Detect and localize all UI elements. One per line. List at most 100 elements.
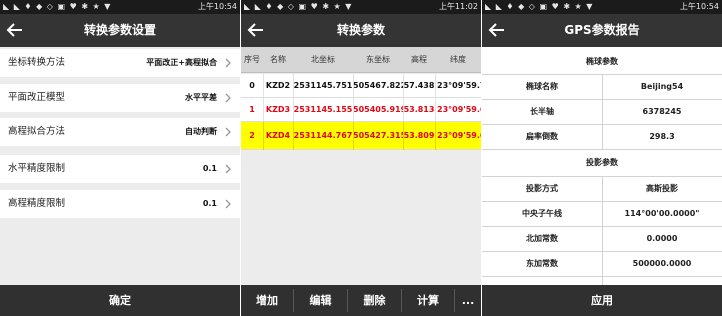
status-icons: ◣ ◣ ♦ ◆ ◇ ▣ ♥ ✱ ★ ▼ [244, 2, 353, 11]
cell-index: 0 [249, 81, 255, 90]
edit-button[interactable]: 编辑 [294, 285, 347, 316]
cell-divider [293, 98, 294, 122]
report-body: 椭球参数 椭球名称 Beijing54 长半轴 6378245 扁率倒数 298… [482, 47, 722, 285]
chevron-right-icon [225, 199, 231, 209]
screen-transform-params: ◣ ◣ ♦ ◆ ◇ ▣ ♥ ✱ ★ ▼ 上午11:02 转换参数 序号 名称 北… [241, 0, 481, 316]
cell-divider [353, 122, 354, 150]
screen-transform-settings: ◣ ◣ ♦ ◆ ◇ ▣ ♥ ✱ ★ ▼ 上午10:54 转换参数设置 坐标转换方… [0, 0, 240, 316]
row-divider [482, 276, 722, 277]
cell-divider [435, 98, 436, 122]
title-bar: GPS参数报告 [482, 14, 722, 47]
cell-divider [263, 122, 264, 150]
setting-value: 平面改正+高程拟合 [146, 58, 217, 67]
cell-divider [293, 122, 294, 150]
cell-name: KZD4 [265, 131, 291, 140]
add-button[interactable]: 增加 [241, 285, 293, 316]
cell-north: 2531145.751 [293, 81, 353, 90]
column-divider [602, 75, 603, 149]
cell-east: 505427.315 [353, 131, 403, 140]
chevron-right-icon [225, 164, 231, 174]
cell-north: 2531144.767 [293, 131, 353, 140]
cell-elevation: 53.809 [403, 131, 435, 140]
column-header-east: 东坐标 [366, 55, 390, 64]
column-divider [602, 177, 603, 285]
setting-row-vertical-precision[interactable]: 高程精度限制 0.1 [0, 190, 240, 218]
title-bar: 转换参数 [241, 14, 481, 47]
bottom-bar: 应用 [482, 285, 722, 316]
report-value: 高斯投影 [646, 184, 678, 193]
status-icons: ◣ ◣ ♦ ◆ ◇ ▣ ♥ ✱ ★ ▼ [485, 2, 594, 11]
cell-latitude: 23°09'59.6 [437, 105, 481, 114]
status-bar: ◣ ◣ ♦ ◆ ◇ ▣ ♥ ✱ ★ ▼ 上午10:54 [482, 0, 722, 14]
cell-divider [435, 122, 436, 150]
cell-index: 2 [249, 131, 255, 140]
section-header-ellipsoid: 椭球参数 [482, 49, 722, 75]
column-header-name: 名称 [270, 55, 286, 64]
bottom-bar: 确定 [0, 285, 240, 316]
setting-row-elevation-fit[interactable]: 高程拟合方法 自动判断 [0, 118, 240, 146]
column-header-north: 北坐标 [311, 55, 335, 64]
cell-elevation: 53.813 [403, 105, 435, 114]
report-value: 114°00'00.0000" [624, 209, 700, 218]
cell-divider [403, 98, 404, 122]
report-key: 扁率倒数 [526, 132, 558, 141]
status-bar: ◣ ◣ ♦ ◆ ◇ ▣ ♥ ✱ ★ ▼ 上午11:02 [241, 0, 481, 14]
chevron-right-icon [225, 58, 231, 68]
setting-row-horizontal-precision[interactable]: 水平精度限制 0.1 [0, 155, 240, 183]
report-value: 500000.0000 [632, 259, 692, 268]
screen-gps-report: ◣ ◣ ♦ ◆ ◇ ▣ ♥ ✱ ★ ▼ 上午10:54 GPS参数报告 椭球参数… [482, 0, 722, 316]
delete-button[interactable]: 删除 [348, 285, 401, 316]
report-key: 长半轴 [530, 107, 554, 116]
cell-divider [263, 98, 264, 122]
table-row[interactable]: 1 KZD3 2531145.155 505405.919 53.813 23°… [241, 98, 481, 122]
table-row[interactable]: 0 KZD2 2531145.751 505467.822 57.438 23°… [241, 74, 481, 98]
setting-value: 水平平差 [185, 93, 217, 102]
calculate-button[interactable]: 计算 [402, 285, 454, 316]
report-value: 6378245 [642, 107, 682, 116]
cell-divider [353, 74, 354, 98]
page-title: 转换参数设置 [83, 23, 156, 37]
more-button[interactable]: ... [455, 285, 481, 316]
column-header-latitude: 纬度 [450, 55, 466, 64]
setting-label: 高程精度限制 [8, 198, 66, 209]
bottom-toolbar: 增加 编辑 删除 计算 ... [241, 285, 481, 316]
cell-north: 2531145.155 [293, 105, 353, 114]
apply-button[interactable]: 应用 [482, 285, 722, 316]
setting-label: 平面改正模型 [8, 92, 66, 103]
column-header-elevation: 高程 [411, 55, 427, 64]
cell-divider [263, 74, 264, 98]
section-header-projection: 投影参数 [482, 150, 722, 176]
cell-elevation: 57.438 [403, 81, 435, 90]
cell-divider [293, 74, 294, 98]
page-title: 转换参数 [336, 23, 385, 37]
report-key: 椭球名称 [526, 82, 558, 91]
cell-divider [435, 74, 436, 98]
setting-row-plane-model[interactable]: 平面改正模型 水平平差 [0, 84, 240, 112]
column-header-index: 序号 [244, 55, 260, 64]
cell-name: KZD2 [265, 81, 291, 90]
cell-latitude: 23°09'59.6 [437, 131, 481, 140]
chevron-right-icon [225, 93, 231, 103]
confirm-button[interactable]: 确定 [0, 285, 240, 316]
cell-latitude: 23°09'59.7 [437, 81, 481, 90]
table-header: 序号 名称 北坐标 东坐标 高程 纬度 [241, 47, 481, 73]
report-key: 东加常数 [526, 259, 558, 268]
cell-east: 505467.822 [353, 81, 403, 90]
cell-index: 1 [249, 105, 255, 114]
cell-east: 505405.919 [353, 105, 403, 114]
report-value: Beijing54 [640, 82, 684, 91]
status-time: 上午11:02 [438, 2, 478, 11]
report-key: 北加常数 [526, 234, 558, 243]
status-icons: ◣ ◣ ♦ ◆ ◇ ▣ ♥ ✱ ★ ▼ [3, 2, 112, 11]
setting-value: 0.1 [202, 164, 217, 173]
status-bar: ◣ ◣ ♦ ◆ ◇ ▣ ♥ ✱ ★ ▼ 上午10:54 [0, 0, 240, 14]
setting-value: 0.1 [202, 199, 217, 208]
setting-label: 水平精度限制 [8, 163, 66, 174]
cell-divider [403, 74, 404, 98]
setting-value: 自动判断 [185, 127, 217, 136]
setting-row-transform-method[interactable]: 坐标转换方法 平面改正+高程拟合 [0, 49, 240, 77]
table-row-selected[interactable]: 2 KZD4 2531144.767 505427.315 53.809 23°… [241, 122, 481, 150]
cell-divider [353, 98, 354, 122]
status-time: 上午10:54 [679, 2, 719, 11]
cell-name: KZD3 [265, 105, 291, 114]
